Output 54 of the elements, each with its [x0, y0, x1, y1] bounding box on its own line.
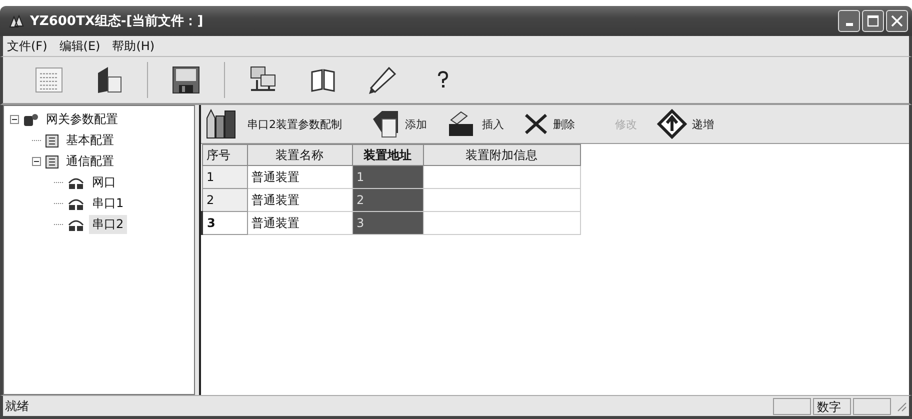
collapse-toggle[interactable] [32, 157, 41, 166]
table-cell: 普通装置 [247, 166, 352, 188]
table-cell: 普通装置 [247, 188, 352, 212]
table-cell: 2 [352, 188, 423, 212]
open-book-icon [309, 67, 337, 93]
status-pane [773, 398, 811, 414]
delete-icon [524, 113, 548, 135]
maximize-icon [867, 15, 879, 27]
tree-item[interactable]: 串口2 [89, 215, 127, 234]
close-icon [891, 15, 903, 27]
menu-item[interactable]: 帮助(H) [112, 38, 155, 54]
row-header[interactable]: 3 [202, 212, 247, 234]
tree-item[interactable]: 串口1 [89, 194, 127, 213]
table-cell: 普通装置 [247, 212, 352, 234]
notepad-icon [370, 109, 400, 139]
tree-item[interactable]: 网口 [89, 173, 119, 192]
pen-icon [367, 64, 399, 96]
row-header[interactable]: 1 [202, 166, 247, 188]
collapse-toggle[interactable] [10, 115, 19, 124]
delete-button[interactable]: 删除 [518, 113, 581, 135]
column-header[interactable]: 装置地址 [352, 144, 423, 166]
window-title: YZ600TX组态-[当前文件：] [30, 12, 204, 30]
column-header[interactable]: 装置名称 [247, 144, 352, 166]
column-header[interactable]: 装置附加信息 [423, 144, 580, 166]
maximize-button[interactable] [862, 10, 884, 32]
add-button[interactable]: 添加 [364, 109, 433, 139]
table-cell: 1 [352, 166, 423, 188]
insert-button[interactable]: 插入 [441, 110, 510, 138]
close-button[interactable] [886, 10, 908, 32]
panel-title: 串口2装置参数配制 [247, 116, 342, 132]
form-icon [45, 134, 59, 148]
status-indicator: 数字 [813, 398, 851, 414]
port-icon [67, 196, 85, 210]
tree-item[interactable]: 网关参数配置 [43, 110, 121, 129]
column-header[interactable]: 序号 [202, 144, 247, 166]
increment-button[interactable]: 递增 [651, 109, 720, 139]
resize-grip-icon [895, 400, 907, 412]
minimize-icon [846, 22, 852, 26]
tree-item[interactable]: 通信配置 [63, 152, 117, 171]
menu-item[interactable]: 编辑(E) [59, 38, 100, 54]
port-icon [67, 218, 85, 232]
row-header[interactable]: 2 [202, 188, 247, 212]
menu-item[interactable]: 文件(F) [7, 38, 48, 54]
port-icon [67, 176, 85, 190]
help-icon [436, 71, 450, 89]
app-icon [8, 14, 24, 28]
form-icon [45, 154, 59, 168]
status-pane [853, 398, 891, 414]
up-arrow-icon [657, 109, 687, 139]
status-text: 就绪 [5, 398, 30, 414]
list-icon [34, 66, 64, 94]
minimize-button[interactable] [838, 10, 860, 32]
tree-item[interactable]: 基本配置 [63, 131, 117, 150]
table-cell: 3 [352, 212, 423, 234]
